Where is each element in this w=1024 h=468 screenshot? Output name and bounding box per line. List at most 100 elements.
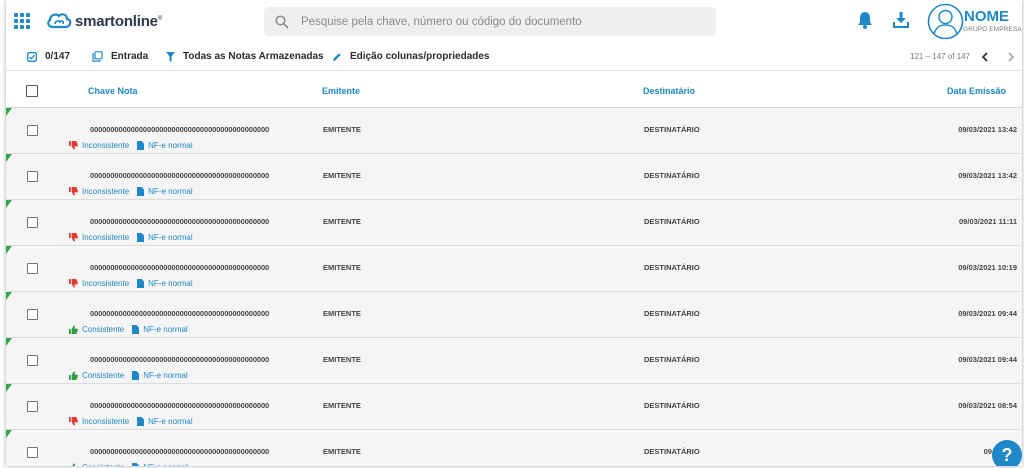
entrada-button[interactable]: Entrada [92,51,148,62]
check-square-icon [27,51,37,62]
column-data-emissao[interactable]: Data Emissão [947,86,1006,96]
row-emitente: EMITENTE [323,171,361,180]
status-label[interactable]: Consistente [82,325,124,334]
document-icon [137,187,145,196]
row-checkbox[interactable] [27,309,38,320]
row-checkbox[interactable] [27,355,38,366]
document-type-label[interactable]: NF-e normal [143,371,187,380]
row-status: Consistente NF-e normal [69,325,188,334]
row-status: Inconsistente NF-e normal [69,187,193,196]
search-bar[interactable] [264,7,716,36]
document-type-label[interactable]: NF-e normal [143,325,187,334]
document-icon [137,279,145,288]
column-chave-nota[interactable]: Chave Nota [88,86,138,96]
row-checkbox[interactable] [27,171,38,182]
table-row[interactable]: 0000000000000000000000000000000000000000… [6,338,1022,384]
row-chave-nota[interactable]: 0000000000000000000000000000000000000000… [90,355,269,364]
row-marker [6,338,12,346]
row-emitente: EMITENTE [323,355,361,364]
row-destinatario: DESTINATÁRIO [644,401,700,410]
chevron-right-icon[interactable] [1005,51,1017,63]
row-chave-nota[interactable]: 0000000000000000000000000000000000000000… [90,263,269,272]
row-destinatario: DESTINATÁRIO [644,171,700,180]
filter-button[interactable]: Todas as Notas Armazenadas [166,51,324,62]
column-destinatario[interactable]: Destinatário [643,86,695,96]
row-destinatario: DESTINATÁRIO [644,125,700,134]
row-chave-nota[interactable]: 0000000000000000000000000000000000000000… [90,171,269,180]
row-chave-nota[interactable]: 0000000000000000000000000000000000000000… [90,401,269,410]
row-chave-nota[interactable]: 0000000000000000000000000000000000000000… [90,309,269,318]
edit-columns-button[interactable]: Edição colunas/propriedades [332,51,489,62]
row-marker [6,292,12,300]
row-chave-nota[interactable]: 0000000000000000000000000000000000000000… [90,217,269,226]
row-chave-nota[interactable]: 0000000000000000000000000000000000000000… [90,125,269,134]
user-company: GRUPO EMPRESA [963,26,1022,33]
select-count-button[interactable]: 0/147 [27,51,70,62]
status-label[interactable]: Inconsistente [82,141,129,150]
document-type-label[interactable]: NF-e normal [148,279,192,288]
document-type-label[interactable]: NF-e normal [148,141,192,150]
user-name[interactable]: NOME [964,8,1009,25]
table-row[interactable]: 0000000000000000000000000000000000000000… [6,384,1022,437]
table-row[interactable]: 0000000000000000000000000000000000000000… [6,108,1022,154]
chevron-left-icon[interactable] [979,51,991,63]
download-icon[interactable] [893,11,909,29]
table-row[interactable]: 0000000000000000000000000000000000000000… [6,292,1022,338]
filter-label: Todas as Notas Armazenadas [183,51,324,62]
status-label[interactable]: Inconsistente [82,279,129,288]
row-status: Inconsistente NF-e normal [69,141,193,150]
row-data-emissao: 09/03/2021 11:11 [959,217,1017,226]
row-checkbox[interactable] [27,217,38,228]
brand-logo[interactable]: smartonline® [46,10,162,32]
status-label[interactable]: Inconsistente [82,417,129,426]
apps-grid-icon[interactable] [14,13,30,29]
status-label[interactable]: Inconsistente [82,233,129,242]
row-status: Consistente NF-e normal [69,463,188,466]
table-row[interactable]: 0000000000000000000000000000000000000000… [6,246,1022,292]
row-chave-nota[interactable]: 0000000000000000000000000000000000000000… [90,447,269,456]
thumb-down-icon [69,141,78,150]
filter-icon [166,51,175,62]
column-emitente[interactable]: Emitente [322,86,360,96]
status-label[interactable]: Inconsistente [82,187,129,196]
table-row[interactable]: 0000000000000000000000000000000000000000… [6,154,1022,200]
document-icon [137,417,145,426]
row-marker [6,200,12,208]
bell-icon[interactable] [857,11,873,29]
pagination-range: 121 – 147 of 147 [910,52,971,61]
row-destinatario: DESTINATÁRIO [644,263,700,272]
status-label[interactable]: Consistente [82,463,124,466]
table-row[interactable]: 0000000000000000000000000000000000000000… [6,430,1022,466]
row-checkbox[interactable] [27,125,38,136]
document-icon [132,325,140,334]
status-label[interactable]: Consistente [82,371,124,380]
thumb-up-icon [69,371,78,380]
row-checkbox[interactable] [27,447,38,458]
row-marker [6,430,12,438]
search-input[interactable] [301,15,701,28]
row-emitente: EMITENTE [323,217,361,226]
document-type-label[interactable]: NF-e normal [148,417,192,426]
row-destinatario: DESTINATÁRIO [644,309,700,318]
document-type-label[interactable]: NF-e normal [148,233,192,242]
document-type-label[interactable]: NF-e normal [148,187,192,196]
edit-columns-label: Edição colunas/propriedades [350,51,490,62]
thumb-down-icon [69,233,78,242]
select-all-checkbox[interactable] [26,85,38,97]
document-icon [132,463,140,466]
row-data-emissao: 09/03/2021 09:44 [958,355,1017,364]
user-avatar-icon[interactable] [927,3,964,40]
row-destinatario: DESTINATÁRIO [644,217,700,226]
row-checkbox[interactable] [27,263,38,274]
document-type-label[interactable]: NF-e normal [143,463,187,466]
row-emitente: EMITENTE [323,447,361,456]
table-row[interactable]: 0000000000000000000000000000000000000000… [6,200,1022,246]
row-emitente: EMITENTE [323,263,361,272]
document-icon [132,371,140,380]
row-data-emissao: 09/03/2021 13:42 [958,125,1017,134]
row-status: Inconsistente NF-e normal [69,279,193,288]
row-marker [6,246,12,254]
help-button[interactable]: ? [992,440,1022,466]
row-status: Consistente NF-e normal [69,371,188,380]
row-checkbox[interactable] [27,401,38,412]
